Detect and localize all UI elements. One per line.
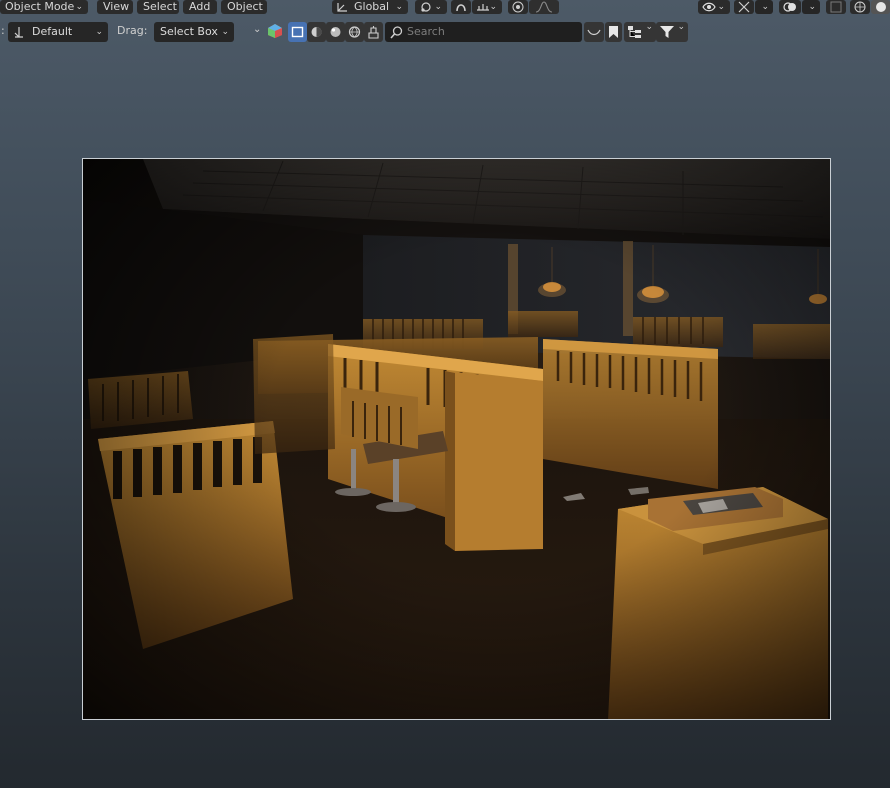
bookmark-icon xyxy=(609,26,618,38)
wireframe-shading-button[interactable] xyxy=(850,0,870,14)
wireframe-shading-icon xyxy=(854,1,866,13)
menu-select[interactable]: Select xyxy=(137,0,179,14)
rendered-scene xyxy=(83,159,830,719)
chevron-down-icon: ⌄ xyxy=(221,27,229,37)
chevron-down-icon: ⌄ xyxy=(645,22,653,32)
orientation-dropdown[interactable]: Global ⌄ xyxy=(332,0,408,14)
menu-add[interactable]: Add xyxy=(183,0,217,14)
mode-dropdown[interactable]: Object Mode ⌄ xyxy=(0,0,88,14)
shading-icon xyxy=(311,27,322,37)
mode-label: Object Mode xyxy=(5,0,75,13)
color-wheel-icon[interactable] xyxy=(266,23,284,39)
visibility-icon xyxy=(702,2,716,12)
chevron-down-icon[interactable]: ⌄ xyxy=(253,24,261,35)
snap-increment-button[interactable]: ⌄ xyxy=(472,0,502,14)
filter-toggle[interactable] xyxy=(584,22,604,42)
tool-settings-header: : Default ⌄ Drag: Select Box ⌄ ⌄ Search … xyxy=(0,20,890,42)
xray-icon xyxy=(830,1,842,13)
transform-orientation-dropdown[interactable]: Default ⌄ xyxy=(8,22,108,42)
chevron-down-icon: ⌄ xyxy=(95,27,103,37)
gizmo-toggle[interactable] xyxy=(734,0,754,14)
solid-shading-icon xyxy=(876,2,886,12)
solid-shading-button[interactable] xyxy=(871,0,890,14)
search-icon xyxy=(390,26,403,39)
chevron-down-icon: ⌄ xyxy=(808,2,816,12)
snap-icon xyxy=(456,4,466,12)
filter-object-button[interactable] xyxy=(364,22,383,42)
select-mode-button[interactable] xyxy=(288,22,307,42)
drag-value: Select Box xyxy=(160,25,218,38)
menu-object[interactable]: Object xyxy=(221,0,267,14)
search-field[interactable]: Search xyxy=(385,22,582,42)
render-icon xyxy=(348,26,361,38)
material-icon xyxy=(330,27,341,37)
chevron-down-icon: ⌄ xyxy=(395,2,403,12)
drag-label: Drag: xyxy=(117,24,148,37)
xray-toggle[interactable] xyxy=(826,0,846,14)
chevron-down-icon: ⌄ xyxy=(761,2,769,12)
shading-button[interactable] xyxy=(307,22,326,42)
funnel-icon xyxy=(660,26,674,38)
collection-button[interactable]: ⌄ xyxy=(624,22,656,42)
falloff-button[interactable] xyxy=(529,0,559,14)
chevron-down-icon: ⌄ xyxy=(489,2,497,12)
proportional-edit-toggle[interactable] xyxy=(508,0,528,14)
overlay-dropdown[interactable]: ⌄ xyxy=(802,0,820,14)
menu-view[interactable]: View xyxy=(97,0,133,14)
gizmo-dropdown[interactable]: ⌄ xyxy=(755,0,773,14)
camera-frame[interactable] xyxy=(82,158,831,720)
transform-orientation-icon xyxy=(14,27,23,38)
orientation-label: Global xyxy=(354,0,390,13)
drag-dropdown[interactable]: Select Box ⌄ xyxy=(154,22,234,42)
curve-icon xyxy=(587,29,601,36)
select-mode-icon xyxy=(291,26,304,38)
falloff-icon xyxy=(535,1,553,13)
chevron-down-icon: ⌄ xyxy=(434,2,442,12)
transform-pivot-button[interactable]: ⌄ xyxy=(415,0,447,14)
orientation-icon xyxy=(337,3,347,12)
filter-icon xyxy=(368,26,379,39)
visibility-button[interactable]: ⌄ xyxy=(698,0,730,14)
gizmo-icon xyxy=(738,1,750,13)
transform-prefix: : xyxy=(1,24,5,37)
transform-orientation-label: Default xyxy=(32,25,73,38)
collection-icon xyxy=(628,26,641,38)
overlay-icon xyxy=(783,2,796,12)
bookmark-button[interactable] xyxy=(605,22,622,42)
render-button[interactable] xyxy=(345,22,364,42)
snap-toggle[interactable] xyxy=(451,0,471,14)
search-placeholder: Search xyxy=(407,25,445,38)
chevron-down-icon: ⌄ xyxy=(717,2,725,12)
viewport-header: Object Mode ⌄ View Select Add Object Glo… xyxy=(0,0,890,14)
chevron-down-icon: ⌄ xyxy=(75,2,83,12)
snap-increment-icon xyxy=(477,4,489,11)
proportional-edit-icon xyxy=(512,1,524,13)
transform-pivot-icon xyxy=(421,2,431,12)
chevron-down-icon: ⌄ xyxy=(677,22,685,32)
overlay-toggle[interactable] xyxy=(779,0,801,14)
filter-dropdown[interactable]: ⌄ xyxy=(656,22,688,42)
material-button[interactable] xyxy=(326,22,345,42)
